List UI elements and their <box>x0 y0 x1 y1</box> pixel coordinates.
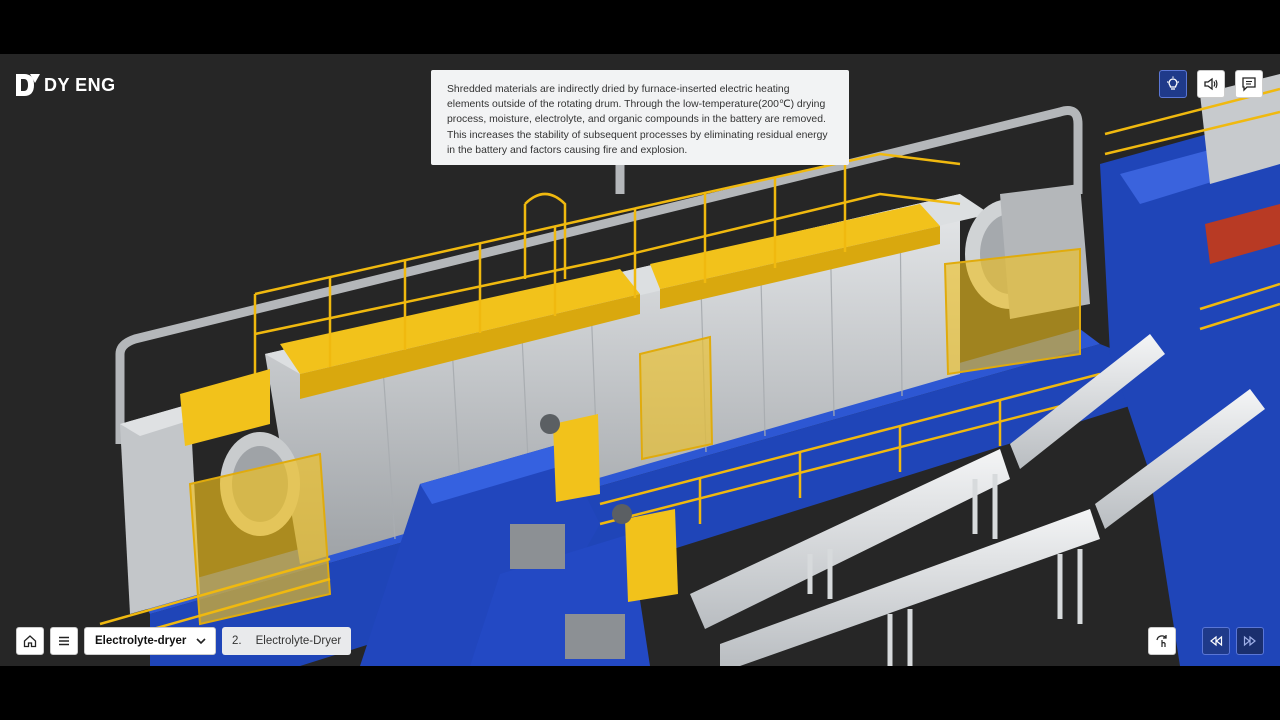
subtitle-button[interactable] <box>1235 70 1263 98</box>
step-label: Electrolyte-Dryer <box>255 635 342 647</box>
chevron-down-icon <box>196 638 206 645</box>
process-select-value: Electrolyte-dryer <box>95 635 187 647</box>
reset-view-button[interactable] <box>1148 627 1176 655</box>
step-number: 2. <box>232 635 242 647</box>
rewind-icon <box>1210 635 1223 647</box>
hamburger-icon <box>59 636 69 646</box>
process-select[interactable]: Electrolyte-dryer <box>84 627 216 655</box>
process-description: Shredded materials are indirectly dried … <box>431 70 849 165</box>
brand-name: DY ENG <box>44 74 116 95</box>
chat-icon <box>1242 77 1256 92</box>
fast-forward-icon <box>1243 635 1256 647</box>
previous-step-button[interactable] <box>1202 627 1230 655</box>
menu-button[interactable] <box>50 627 78 655</box>
video-frame: DY ENG Shredded materials are indirectly… <box>0 0 1280 720</box>
next-step-button[interactable] <box>1236 627 1264 655</box>
hint-button[interactable] <box>1159 70 1187 98</box>
dy-logo-icon <box>16 74 40 96</box>
brand-logo: DY ENG <box>16 74 116 96</box>
lightbulb-icon <box>1167 76 1179 90</box>
top-toolbar <box>1159 70 1263 98</box>
home-button[interactable] <box>16 627 44 655</box>
speaker-icon <box>1204 77 1218 91</box>
bottom-nav: Electrolyte-dryer 2. Electrolyte-Dryer <box>16 627 352 655</box>
sound-button[interactable] <box>1197 70 1225 98</box>
reset-view-icon <box>1156 635 1167 647</box>
3d-viewport[interactable]: DY ENG Shredded materials are indirectly… <box>0 54 1280 666</box>
home-icon <box>23 635 37 648</box>
step-indicator: 2. Electrolyte-Dryer <box>222 627 352 655</box>
